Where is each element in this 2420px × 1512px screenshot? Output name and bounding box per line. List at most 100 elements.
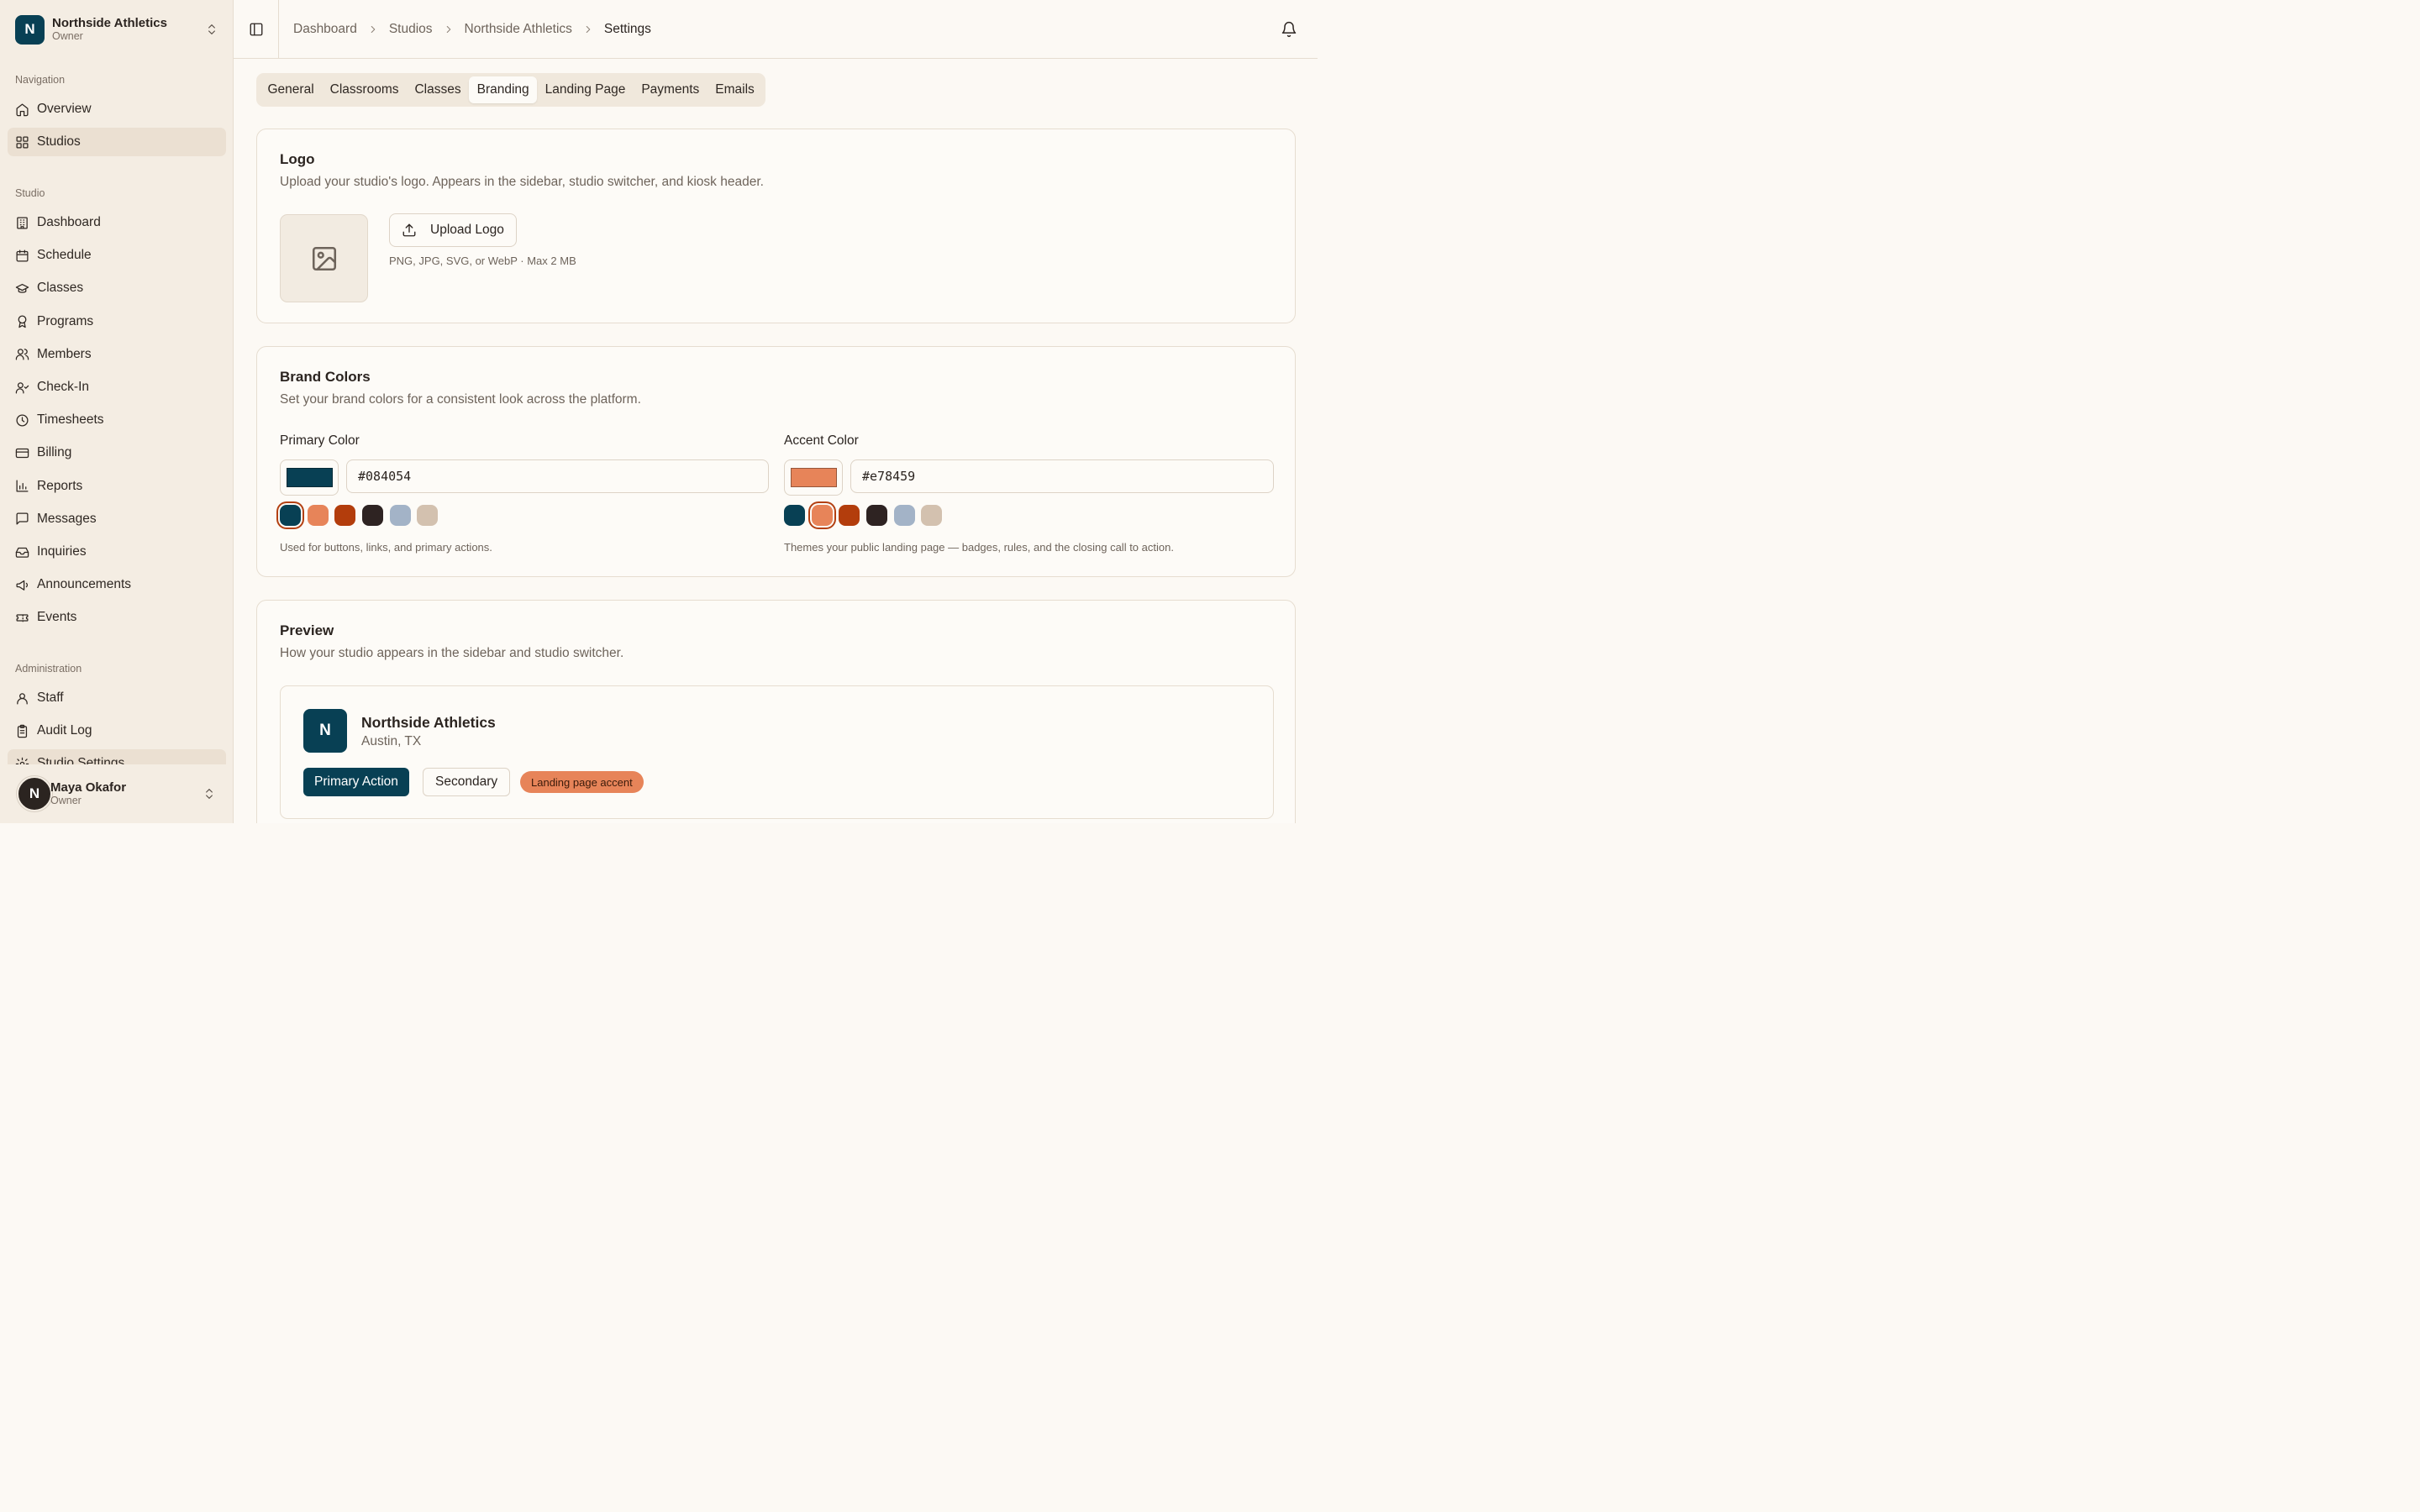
studio-role: Owner (52, 30, 83, 43)
sidebar-item-programs[interactable]: Programs (8, 307, 226, 336)
bar-chart-icon (16, 480, 29, 492)
sidebar-item-audit-log[interactable]: Audit Log (8, 717, 226, 745)
image-icon (312, 246, 336, 270)
nav-group-admin-label: Administration (15, 663, 82, 675)
sidebar-item-label: Reports (37, 478, 83, 493)
avatar: N (17, 776, 52, 811)
sidebar-item-reports[interactable]: Reports (8, 472, 226, 501)
tab-classrooms[interactable]: Classrooms (322, 76, 407, 103)
logo-placeholder (280, 214, 368, 302)
sidebar-item-check-in[interactable]: Check-In (8, 373, 226, 402)
primary-preset-swatch[interactable] (280, 505, 301, 526)
clipboard-list-icon (17, 724, 28, 738)
card-title: Preview (280, 622, 334, 638)
accent-color-picker[interactable] (784, 459, 843, 496)
clock-icon (16, 414, 29, 427)
sidebar-item-billing[interactable]: Billing (8, 438, 226, 467)
preview-secondary-button[interactable]: Secondary (423, 768, 511, 796)
primary-color-picker[interactable] (280, 459, 339, 496)
user-role: Owner (50, 795, 82, 807)
user-check-icon (15, 381, 29, 394)
user-icon (17, 692, 28, 705)
sidebar-item-label: Members (37, 346, 92, 361)
users-icon (15, 349, 29, 360)
card-description: How your studio appears in the sidebar a… (280, 646, 624, 660)
accent-color-help: Themes your public landing page — badges… (784, 541, 1174, 554)
sidebar-toggle-button[interactable] (234, 0, 279, 58)
preview-studio-location: Austin, TX (361, 734, 422, 748)
accent-preset-swatch[interactable] (784, 505, 805, 526)
accent-preset-swatch[interactable] (893, 505, 915, 526)
studio-switcher[interactable]: N Northside Athletics Owner (7, 7, 227, 52)
accent-preset-swatch[interactable] (839, 505, 860, 526)
card-description: Set your brand colors for a consistent l… (280, 392, 641, 407)
sidebar: N Northside Athletics Owner Navigation O… (0, 0, 234, 823)
chevron-right-icon (371, 25, 376, 33)
sidebar-item-label: Classes (37, 281, 84, 296)
primary-preset-swatch[interactable] (417, 505, 439, 526)
ticket-icon (16, 614, 29, 622)
primary-preset-swatch[interactable] (334, 505, 356, 526)
accent-color-presets (784, 505, 949, 526)
primary-preset-swatch[interactable] (389, 505, 411, 526)
user-menu[interactable]: N Maya Okafor Owner (0, 764, 233, 823)
sidebar-item-inquiries[interactable]: Inquiries (8, 538, 226, 566)
primary-color-label: Primary Color (280, 433, 360, 448)
accent-preset-swatch[interactable] (866, 505, 888, 526)
breadcrumb-item[interactable]: Dashboard (293, 22, 357, 37)
accent-color-swatch (790, 468, 837, 487)
tab-branding[interactable]: Branding (469, 76, 538, 103)
grid-icon (16, 136, 29, 149)
sidebar-item-messages[interactable]: Messages (8, 505, 226, 533)
primary-preset-swatch[interactable] (307, 505, 329, 526)
sidebar-item-dashboard[interactable]: Dashboard (8, 208, 226, 237)
sidebar-item-studios[interactable]: Studios (8, 128, 226, 157)
studio-name: Northside Athletics (52, 16, 167, 31)
sidebar-item-schedule[interactable]: Schedule (8, 241, 226, 270)
tab-emails[interactable]: Emails (708, 76, 763, 103)
accent-color-hex-input[interactable] (850, 459, 1274, 493)
sidebar-item-label: Staff (37, 690, 64, 705)
breadcrumb-item[interactable]: Northside Athletics (465, 22, 572, 37)
sidebar-item-staff[interactable]: Staff (8, 684, 226, 712)
user-text: Maya Okafor Owner (50, 780, 203, 807)
nav-group-studio-label: Studio (15, 187, 45, 199)
sidebar-item-label: Programs (37, 313, 94, 328)
sidebar-item-label: Dashboard (37, 215, 101, 229)
calendar-icon (16, 249, 29, 262)
sidebar-item-label: Announcements (37, 577, 132, 592)
sidebar-item-events[interactable]: Events (8, 603, 226, 632)
studio-logo-badge: N (15, 14, 45, 45)
tab-landing-page[interactable]: Landing Page (537, 76, 634, 103)
chevrons-up-down-icon (206, 789, 213, 799)
breadcrumb-item: Settings (603, 21, 651, 36)
primary-color-hex-input[interactable] (346, 459, 769, 493)
accent-preset-swatch[interactable] (811, 505, 833, 526)
upload-logo-button[interactable]: Upload Logo (389, 213, 517, 247)
sidebar-item-label: Studios (37, 134, 81, 150)
sidebar-item-timesheets[interactable]: Timesheets (8, 406, 226, 434)
upload-icon (402, 223, 416, 237)
sidebar-item-label: Check-In (37, 380, 90, 394)
megaphone-icon (16, 580, 29, 591)
sidebar-item-announcements[interactable]: Announcements (8, 570, 226, 599)
breadcrumb-item[interactable]: Studios (389, 22, 433, 37)
preview-accent-badge: Landing page accent (520, 771, 644, 793)
sidebar-item-label: Audit Log (37, 723, 92, 738)
sidebar-item-overview[interactable]: Overview (8, 95, 226, 123)
nav-group-navigation-label: Navigation (15, 74, 66, 86)
building-icon (17, 216, 28, 229)
sidebar-item-members[interactable]: Members (8, 340, 226, 369)
sidebar-item-label: Timesheets (37, 412, 104, 428)
bell-icon[interactable] (1281, 21, 1297, 38)
tab-classes[interactable]: Classes (407, 76, 469, 103)
primary-color-help: Used for buttons, links, and primary act… (280, 541, 492, 554)
tab-general[interactable]: General (260, 76, 322, 103)
user-name: Maya Okafor (50, 780, 127, 795)
tab-payments[interactable]: Payments (634, 76, 708, 103)
studio-preview: N Northside Athletics Austin, TX Primary… (280, 685, 1274, 819)
preview-primary-action-button[interactable]: Primary Action (303, 768, 409, 796)
sidebar-item-classes[interactable]: Classes (8, 274, 226, 302)
primary-preset-swatch[interactable] (362, 505, 384, 526)
accent-preset-swatch[interactable] (921, 505, 943, 526)
